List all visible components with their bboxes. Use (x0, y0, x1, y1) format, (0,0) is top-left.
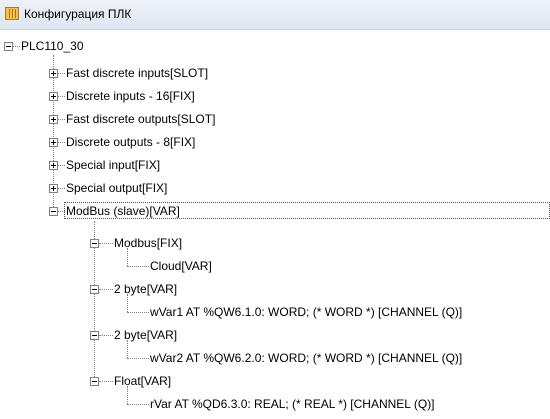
connector (127, 358, 149, 359)
connector (127, 404, 149, 405)
tree-item-label: wVar1 AT %QW6.1.0: WORD; (* WORD *) [CHA… (150, 305, 463, 319)
connector (99, 289, 113, 290)
tree-item-label: Discrete inputs - 16[FIX] (66, 89, 195, 103)
connector (127, 294, 128, 312)
tree-item-label: Fast discrete outputs[SLOT] (66, 112, 216, 126)
expand-toggle[interactable] (49, 184, 58, 193)
tree-item-label: Discrete outputs - 8[FIX] (66, 135, 196, 149)
tree-item-label: Fast discrete inputs[SLOT] (66, 66, 209, 80)
connector (58, 188, 65, 189)
connector (58, 96, 65, 97)
tree-item-label: 2 byte[VAR] (114, 328, 178, 342)
collapse-toggle[interactable] (90, 331, 99, 340)
connector (58, 73, 65, 74)
tree-item-label: Float[VAR] (114, 374, 172, 388)
expand-toggle[interactable] (49, 69, 58, 78)
connector (127, 312, 149, 313)
connector (127, 340, 128, 358)
connector (127, 248, 128, 266)
tree-item-label: Cloud[VAR] (150, 259, 212, 273)
root-collapse-toggle[interactable] (4, 42, 13, 51)
expand-toggle[interactable] (49, 92, 58, 101)
tree-item-label: wVar2 AT %QW6.2.0: WORD; (* WORD *) [CHA… (150, 351, 463, 365)
tree-item-label: Special input[FIX] (66, 158, 161, 172)
connector (99, 243, 113, 244)
expand-toggle[interactable] (49, 138, 58, 147)
tree-item-label: Modbus[FIX] (114, 236, 183, 250)
connector (99, 381, 113, 382)
connector (127, 386, 128, 404)
expand-toggle[interactable] (49, 115, 58, 124)
connector (99, 335, 113, 336)
collapse-toggle[interactable] (90, 377, 99, 386)
collapse-toggle[interactable] (90, 285, 99, 294)
expand-toggle[interactable] (49, 161, 58, 170)
collapse-toggle[interactable] (49, 207, 58, 216)
connector (58, 165, 65, 166)
collapse-toggle[interactable] (90, 239, 99, 248)
tree-item-label: Special output[FIX] (66, 181, 168, 195)
plc-config-icon (5, 7, 19, 20)
connector (127, 266, 149, 267)
tree-item-label: rVar AT %QD6.3.0: REAL; (* REAL *) [CHAN… (150, 397, 435, 411)
tree-item-label: ModBus (slave)[VAR] (66, 204, 180, 218)
plc-config-tree[interactable]: PLC110_30 Fast discrete inputs[SLOT] Dis… (0, 29, 550, 419)
connector (58, 119, 65, 120)
tree-item-label: 2 byte[VAR] (114, 282, 178, 296)
tree-root-label: PLC110_30 (21, 39, 84, 53)
title-bar: Конфигурация ПЛК (0, 0, 550, 30)
connector (13, 46, 20, 47)
connector (58, 142, 65, 143)
window-title: Конфигурация ПЛК (24, 7, 132, 21)
